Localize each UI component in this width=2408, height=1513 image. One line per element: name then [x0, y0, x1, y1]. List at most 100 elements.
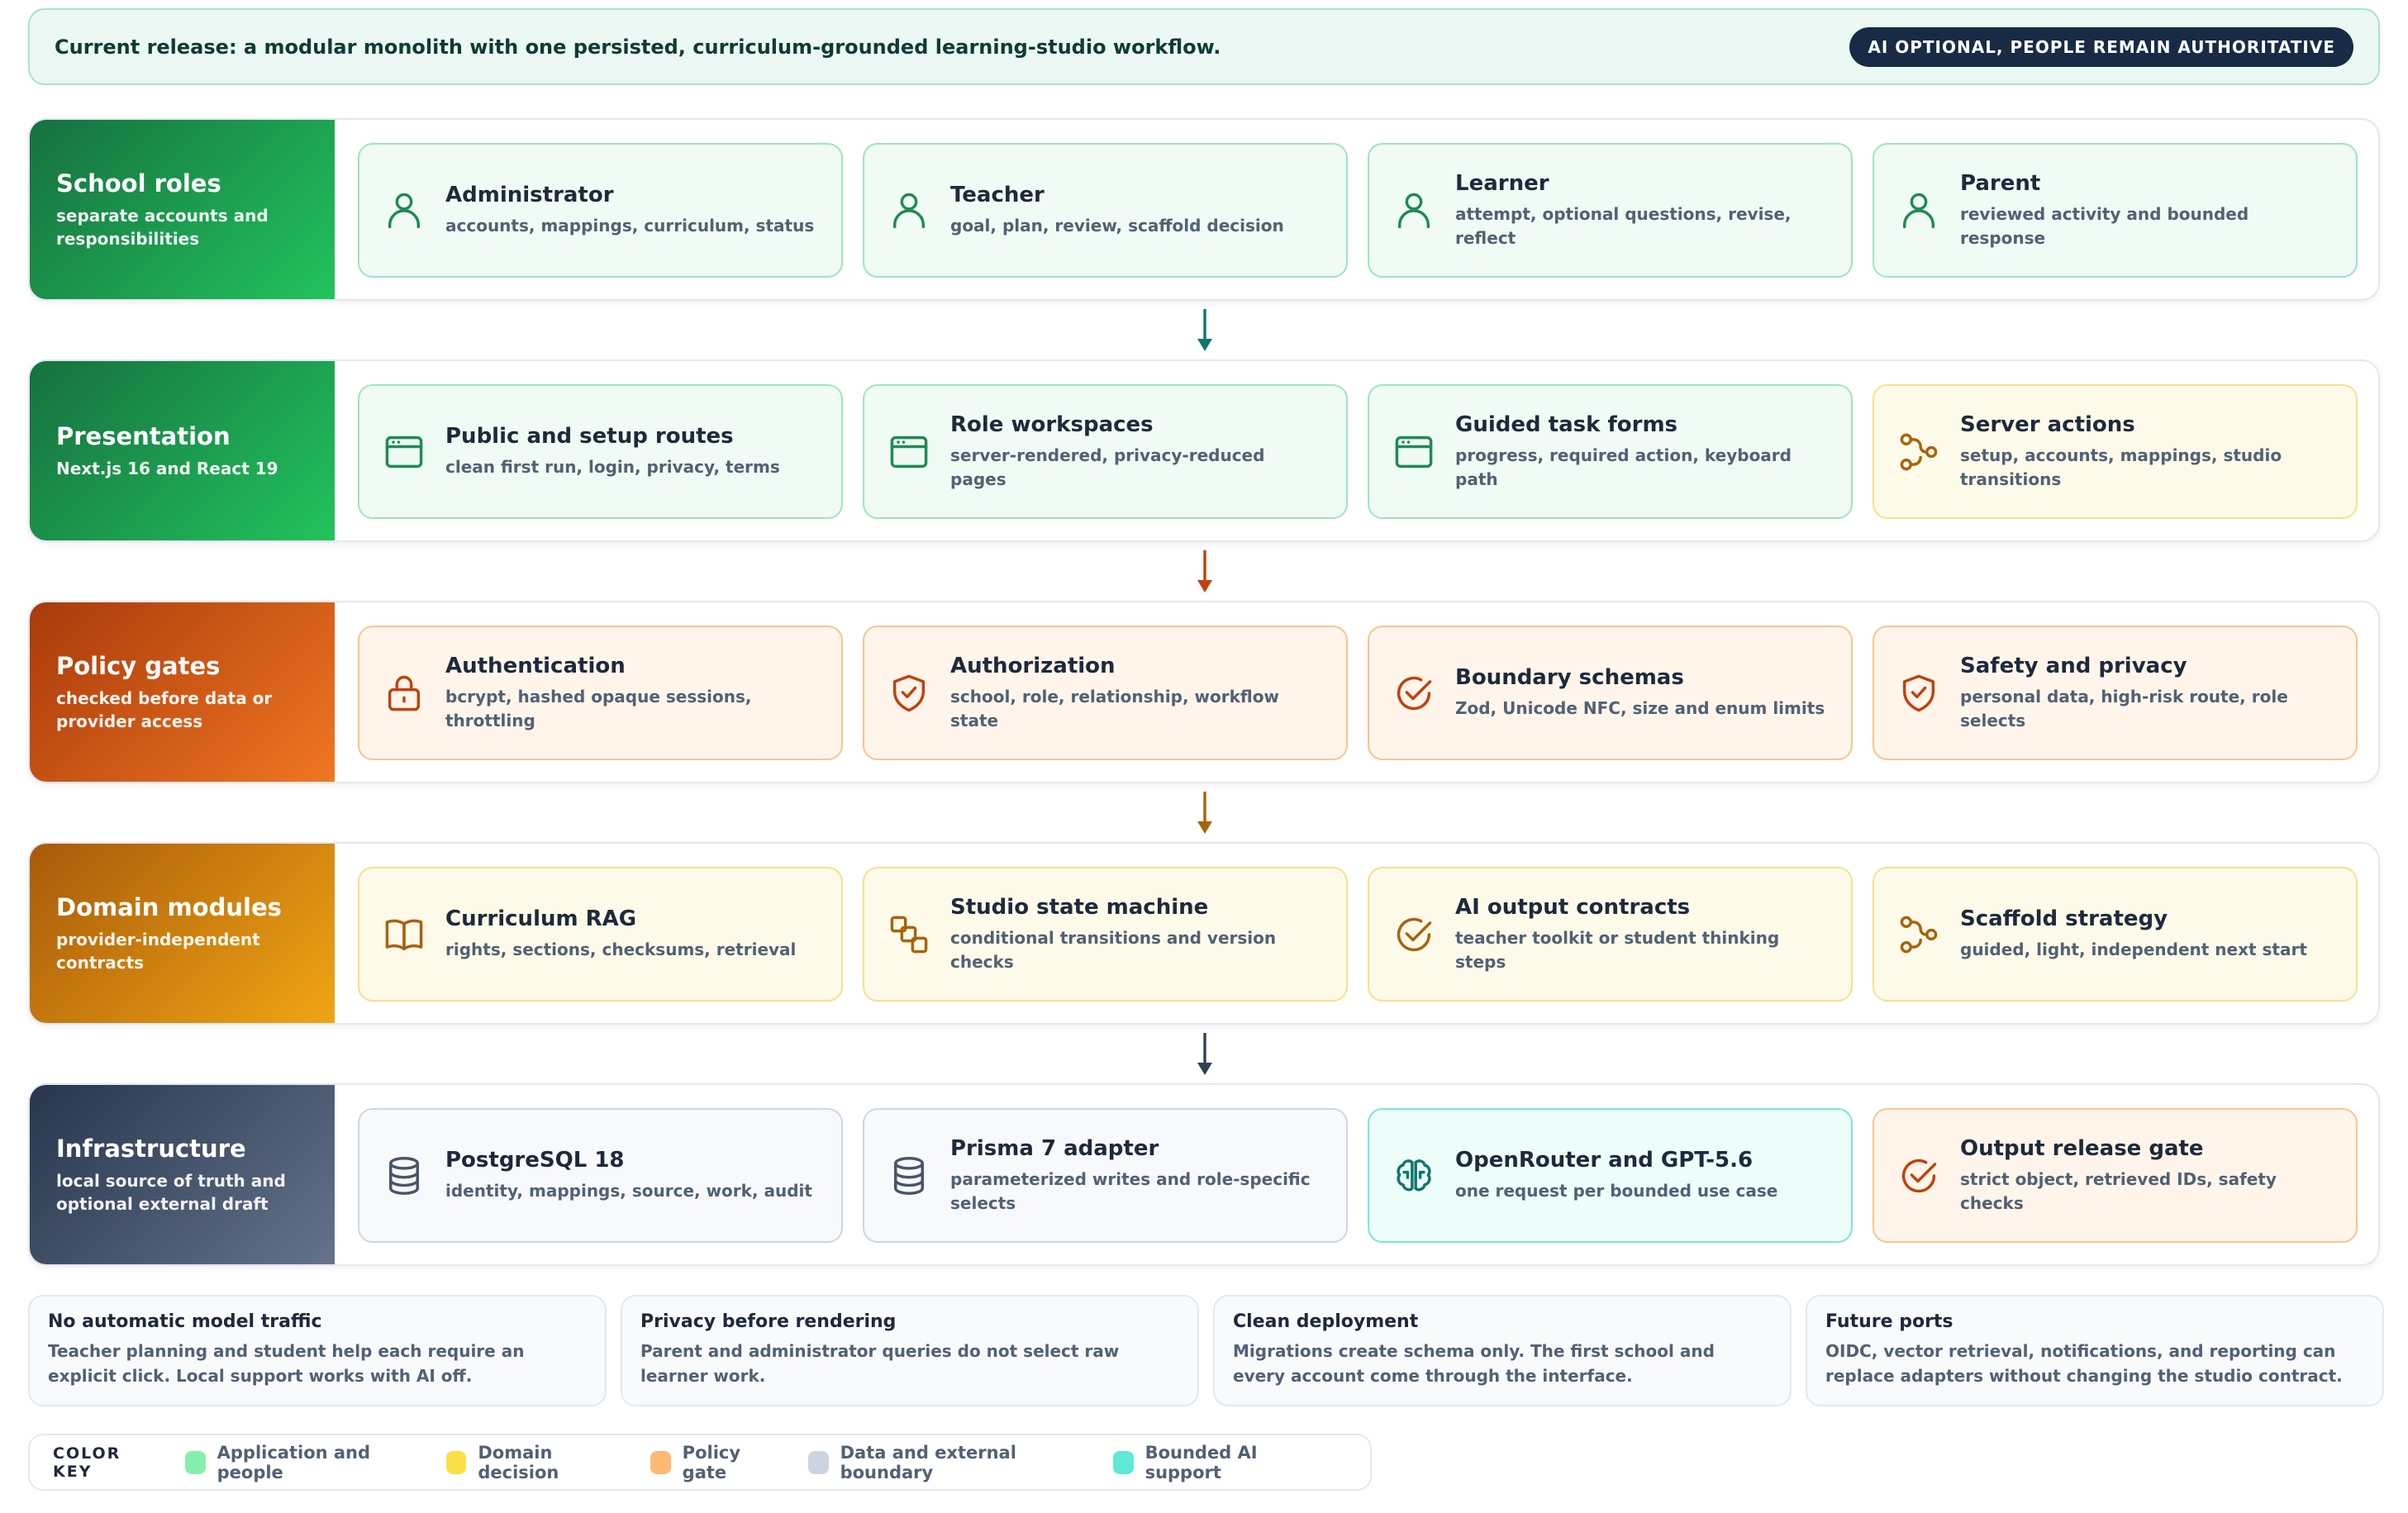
flow-arrow-down-icon [1195, 790, 1215, 836]
note-body: Teacher planning and student help each r… [48, 1341, 525, 1386]
card-description: rights, sections, checksums, retrieval [445, 940, 797, 959]
card-title: Studio state machine [950, 894, 1209, 920]
lock-icon [383, 672, 426, 715]
layer-subtitle: checked before data or provider access [56, 688, 273, 731]
flow-arrow-down-icon [1195, 549, 1215, 595]
card-teacher: Teacher goal, plan, review, scaffold deci… [863, 143, 1348, 278]
card-title: Learner [1455, 170, 1549, 196]
color-swatch [1113, 1450, 1134, 1474]
color-key-title: COLOR KEY [53, 1444, 121, 1481]
layer-subtitle: local source of truth and optional exter… [56, 1170, 286, 1214]
state-machine-icon [888, 913, 930, 956]
layer-header: Policy gates checked before data or prov… [30, 602, 335, 782]
flow-arrow-down-icon [1195, 307, 1215, 354]
key-item-domain: Domain decision [445, 1442, 619, 1482]
layer-title: Infrastructure [56, 1134, 246, 1163]
check-circle-icon [1897, 1154, 1940, 1197]
layer-infrastructure: Infrastructure local source of truth and… [28, 1083, 2380, 1266]
note-body: Parent and administrator queries do not … [640, 1341, 1120, 1386]
layer-domain-modules: Domain modules provider-independent cont… [28, 842, 2380, 1025]
card-description: setup, accounts, mappings, studio transi… [1960, 445, 2282, 489]
card-description: goal, plan, review, scaffold decision [950, 216, 1284, 236]
key-label: Bounded AI support [1145, 1442, 1258, 1482]
card-public-setup-routes: Public and setup routes clean first run, … [358, 384, 843, 519]
layer-presentation: Presentation Next.js 16 and React 19 Pub… [28, 359, 2380, 542]
release-banner: Current release: a modular monolith with… [28, 8, 2380, 85]
note-clean-deployment: Clean deployment Migrations create schem… [1213, 1295, 1792, 1406]
layer-school-roles: School roles separate accounts and respo… [28, 118, 2380, 301]
card-description: guided, light, independent next start [1960, 940, 2307, 959]
card-title: Teacher [950, 183, 1045, 207]
layer-header: Presentation Next.js 16 and React 19 [30, 361, 335, 540]
key-item-ai-support: Bounded AI support [1113, 1443, 1316, 1482]
check-circle-icon [1392, 913, 1435, 956]
key-item-data-boundary: Data and external boundary [808, 1443, 1082, 1482]
check-circle-icon [1392, 672, 1435, 715]
key-label: Domain decision [478, 1442, 559, 1482]
card-studio-state-machine: Studio state machine conditional transiti… [863, 867, 1348, 1002]
card-authentication: Authentication bcrypt, hashed opaque sess… [358, 626, 843, 760]
shield-check-icon [1897, 672, 1940, 715]
card-postgresql: PostgreSQL 18 identity, mappings, source,… [358, 1108, 843, 1243]
card-role-workspaces: Role workspaces server-rendered, privacy-… [863, 384, 1348, 519]
browser-window-icon [888, 431, 930, 473]
card-title: Output release gate [1960, 1135, 2204, 1161]
card-title: Administrator [445, 183, 614, 207]
person-icon [1392, 189, 1435, 232]
note-privacy-before-rendering: Privacy before rendering Parent and admi… [621, 1295, 1199, 1406]
key-item-policy: Policy gate [650, 1443, 777, 1482]
branch-flow-icon [1897, 913, 1940, 956]
card-authorization: Authorization school, role, relationship,… [863, 626, 1348, 760]
note-title: Future ports [1825, 1311, 1954, 1332]
person-icon [383, 189, 426, 232]
layer-policy-gates: Policy gates checked before data or prov… [28, 601, 2380, 783]
color-swatch [650, 1450, 671, 1474]
person-icon [888, 189, 930, 232]
card-title: Safety and privacy [1960, 653, 2187, 678]
card-title: Boundary schemas [1455, 665, 1684, 690]
card-parent: Parent reviewed activity and bounded resp… [1873, 143, 2358, 278]
key-item-application: Application and people [185, 1443, 415, 1482]
card-description: server-rendered, privacy-reduced pages [950, 445, 1265, 489]
card-server-actions: Server actions setup, accounts, mappings,… [1873, 384, 2358, 519]
card-administrator: Administrator accounts, mappings, curricu… [358, 143, 843, 278]
layer-subtitle: separate accounts and responsibilities [56, 205, 269, 249]
card-title: Prisma 7 adapter [950, 1135, 1159, 1161]
note-title: No automatic model traffic [48, 1311, 322, 1332]
card-curriculum-rag: Curriculum RAG rights, sections, checksum… [358, 867, 843, 1002]
layer-title: School roles [56, 169, 221, 197]
layer-header: Infrastructure local source of truth and… [30, 1085, 335, 1264]
card-description: school, role, relationship, workflow sta… [950, 686, 1279, 730]
card-description: Zod, Unicode NFC, size and enum limits [1455, 698, 1825, 718]
key-label: Data and external boundary [840, 1442, 1016, 1482]
branch-flow-icon [1897, 431, 1940, 473]
shield-check-icon [888, 672, 930, 715]
person-icon [1897, 189, 1940, 232]
card-scaffold-strategy: Scaffold strategy guided, light, independ… [1873, 867, 2358, 1002]
card-title: AI output contracts [1455, 894, 1691, 920]
database-icon [888, 1154, 930, 1197]
layer-subtitle: provider-independent contracts [56, 929, 260, 973]
card-safety-privacy: Safety and privacy personal data, high-ri… [1873, 626, 2358, 760]
card-title: Parent [1960, 170, 2041, 196]
card-ai-output-contracts: AI output contracts teacher toolkit or st… [1368, 867, 1853, 1002]
card-description: identity, mappings, source, work, audit [445, 1181, 812, 1201]
release-summary: Current release: a modular monolith with… [55, 35, 1221, 59]
card-description: conditional transitions and version chec… [950, 927, 1277, 972]
layer-subtitle: Next.js 16 and React 19 [56, 458, 278, 478]
note-body: OIDC, vector retrieval, notifications, a… [1825, 1341, 2343, 1386]
card-description: one request per bounded use case [1455, 1181, 1778, 1201]
card-description: clean first run, login, privacy, terms [445, 457, 780, 477]
card-prisma-adapter: Prisma 7 adapter parameterized writes and… [863, 1108, 1348, 1243]
card-description: strict object, retrieved IDs, safety che… [1960, 1168, 2277, 1213]
color-swatch [808, 1450, 829, 1474]
layer-title: Presentation [56, 421, 231, 450]
browser-window-icon [1392, 431, 1435, 473]
layer-title: Domain modules [56, 892, 282, 921]
color-swatch [185, 1450, 206, 1474]
layer-header: Domain modules provider-independent cont… [30, 844, 335, 1023]
note-title: Privacy before rendering [640, 1311, 897, 1332]
key-label: Application and people [217, 1442, 371, 1482]
brain-icon [1392, 1154, 1435, 1197]
card-guided-task-forms: Guided task forms progress, required acti… [1368, 384, 1853, 519]
